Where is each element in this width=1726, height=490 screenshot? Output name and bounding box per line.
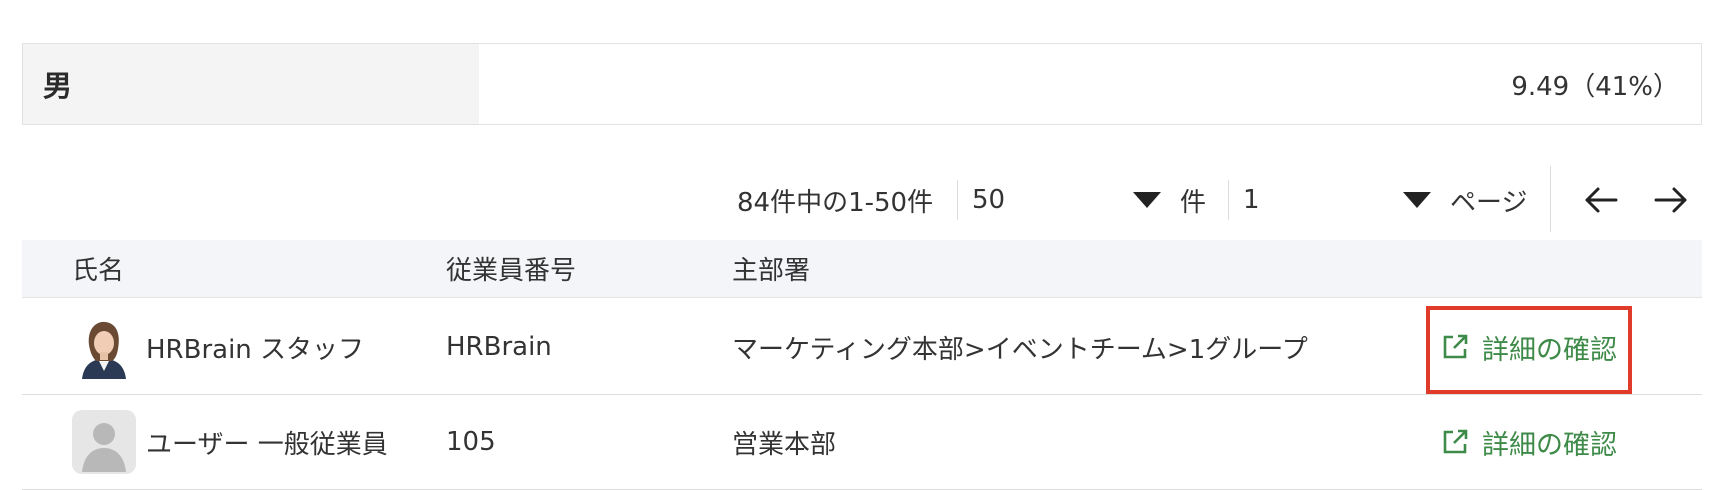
pagination-bar: 84件中の1-50件 50 件 1 ページ [0, 166, 1726, 232]
per-page-unit: 件 [1180, 187, 1207, 218]
per-page-caret-icon[interactable] [1133, 170, 1161, 230]
department-path: マーケティング本部>イベントチーム>1グループ [732, 334, 1308, 365]
page-caret-icon[interactable] [1403, 170, 1431, 230]
avatar-placeholder-icon [72, 410, 136, 474]
gender-label: 男 [23, 44, 479, 124]
next-page-arrow-icon[interactable] [1654, 170, 1688, 230]
table-row: ユーザー 一般従業員 105 営業本部 詳細の確認 [22, 395, 1702, 490]
prev-page-arrow-icon[interactable] [1584, 170, 1618, 230]
employee-name-cell: ユーザー 一般従業員 [72, 395, 388, 489]
employee-name: ユーザー 一般従業員 [146, 429, 388, 460]
external-link-icon [1443, 429, 1468, 454]
column-header-department[interactable]: 主部署 [732, 240, 810, 297]
column-header-name[interactable]: 氏名 [72, 240, 124, 297]
employee-number: 105 [446, 427, 496, 457]
department-path: 営業本部 [732, 429, 837, 460]
highlight-box [1426, 306, 1632, 394]
per-page-value: 50 [972, 185, 1006, 215]
avatar [72, 315, 136, 379]
divider [957, 180, 958, 220]
page-unit: ページ [1450, 187, 1528, 218]
employee-name: HRBrain スタッフ [146, 334, 365, 365]
divider [1228, 180, 1229, 220]
page-select[interactable]: 1 [1243, 170, 1403, 230]
gender-stat-row: 男 9.49（41%） [22, 43, 1702, 125]
view-details-label: 詳細の確認 [1482, 429, 1617, 461]
table-header: 氏名 従業員番号 主部署 [22, 240, 1702, 298]
column-header-employee-number[interactable]: 従業員番号 [446, 240, 576, 297]
view-details-link[interactable]: 詳細の確認 [1440, 395, 1617, 489]
employee-number: HRBrain [446, 332, 552, 362]
employee-name-cell: HRBrain スタッフ [72, 300, 364, 394]
divider [1550, 166, 1551, 232]
result-range-text: 84件中の1-50件 [737, 187, 934, 218]
page-value: 1 [1243, 185, 1260, 215]
gender-value: 9.49（41%） [1511, 71, 1679, 102]
